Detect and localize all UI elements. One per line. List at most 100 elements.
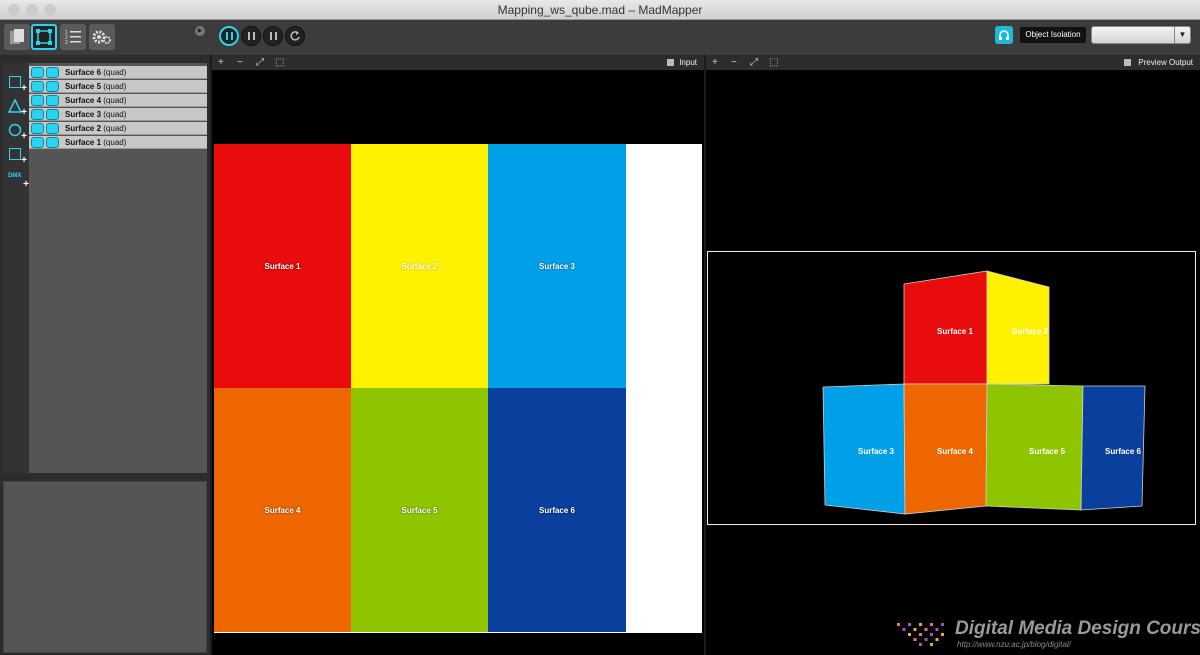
surface-tools: + + + + DMX + — [3, 63, 29, 473]
lock-toggle[interactable] — [46, 109, 59, 120]
layer-kind: (quad) — [103, 96, 127, 105]
logo-dot — [930, 623, 933, 626]
pause-media-button[interactable] — [241, 26, 261, 46]
pause-all-button[interactable] — [219, 26, 239, 46]
pause-output-button[interactable] — [263, 26, 283, 46]
lock-toggle[interactable] — [46, 95, 59, 106]
isolation-select[interactable]: ▼ — [1091, 26, 1191, 44]
layer-row-surface-3[interactable]: Surface 3 (quad) — [29, 108, 207, 121]
course-watermark: Digital Media Design Course http://www.n… — [895, 618, 1200, 655]
fit-view-icon[interactable]: ⤢ — [256, 55, 264, 70]
logo-dot — [941, 623, 944, 626]
dots-logo-icon — [897, 623, 944, 646]
visibility-toggle[interactable] — [31, 67, 44, 78]
lock-toggle[interactable] — [46, 123, 59, 134]
circle-icon — [8, 123, 22, 137]
layer-row-surface-6[interactable]: Surface 6 (quad) — [29, 66, 207, 79]
zoom-out-button[interactable]: − — [731, 55, 737, 70]
fullscreen-icon[interactable]: ⬚ — [769, 55, 778, 70]
media-tab-button[interactable] — [4, 24, 30, 50]
add-quad-button[interactable]: + — [8, 75, 27, 94]
zoom-in-button[interactable]: + — [712, 55, 718, 70]
lock-toggle[interactable] — [46, 81, 59, 92]
layer-kind: (quad) — [103, 124, 127, 133]
logo-dot — [919, 633, 922, 636]
fullscreen-icon[interactable]: ⬚ — [275, 55, 284, 70]
output-mapping: Surface 1 Surface 2 Surface 3 Surface 4 … — [822, 270, 1146, 515]
input-surface-6[interactable]: Surface 6 — [488, 388, 626, 632]
preferences-tab-button[interactable] — [89, 24, 115, 50]
logo-dot — [924, 638, 928, 641]
output-viewport[interactable]: Surface 1 Surface 2 Surface 3 Surface 4 … — [706, 70, 1200, 655]
lock-toggle[interactable] — [46, 67, 59, 78]
zoom-window-button[interactable] — [44, 4, 56, 16]
layer-row-surface-1[interactable]: Surface 1 (quad) — [29, 136, 207, 149]
layer-name: Surface 4 — [65, 96, 102, 105]
visibility-toggle[interactable] — [31, 95, 44, 106]
add-dmx-button[interactable]: DMX + — [8, 171, 29, 190]
object-isolation-toggle[interactable] — [995, 26, 1013, 44]
add-circle-button[interactable]: + — [8, 123, 27, 142]
list-tab-button[interactable]: 1 2 3 — [60, 24, 86, 50]
output-surface-4-label: Surface 4 — [937, 447, 974, 456]
zoom-out-button[interactable]: − — [237, 55, 243, 70]
layer-row-surface-4[interactable]: Surface 4 (quad) — [29, 94, 207, 107]
layer-name: Surface 5 — [65, 82, 102, 91]
logo-dot — [908, 633, 911, 636]
layer-row-surface-2[interactable]: Surface 2 (quad) — [29, 122, 207, 135]
logo-dot — [924, 628, 928, 631]
layer-kind: (quad) — [103, 110, 127, 119]
object-isolation-button[interactable]: Object Isolation — [1020, 27, 1086, 43]
properties-panel — [3, 481, 207, 653]
layer-kind: (quad) — [103, 68, 127, 77]
output-view-toolbar: + − ⤢ ⬚ Preview Output — [706, 55, 1200, 70]
refresh-button[interactable] — [285, 26, 305, 46]
logo-dot — [930, 633, 933, 636]
layer-kind: (quad) — [103, 82, 127, 91]
dmx-icon: DMX — [8, 173, 22, 179]
documents-icon — [10, 29, 24, 44]
input-surface-1[interactable]: Surface 1 — [214, 144, 351, 388]
surfaces-tab-button[interactable] — [31, 24, 57, 50]
visibility-toggle[interactable] — [31, 123, 44, 134]
watermark-url: http://www.nzu.ac.jp/blog/digital/ — [957, 640, 1071, 649]
input-surface-2[interactable]: Surface 2 — [351, 144, 488, 388]
input-surface-3[interactable]: Surface 3 — [488, 144, 626, 388]
input-viewport[interactable]: Surface 1 Surface 2 Surface 3 Surface 4 … — [212, 70, 704, 655]
title-bar: Mapping_ws_qube.mad – MadMapper — [0, 0, 1200, 20]
quad-icon — [9, 76, 21, 88]
surface-edit-icon — [36, 29, 52, 45]
fit-view-icon[interactable]: ⤢ — [750, 55, 758, 70]
pause-icon — [247, 32, 255, 40]
svg-text:3: 3 — [65, 40, 68, 46]
triangle-icon — [7, 98, 23, 113]
logo-dot — [935, 638, 939, 641]
layer-kind: (quad) — [103, 138, 127, 147]
mask-icon — [9, 148, 21, 160]
panel-arrow-icon[interactable]: ▶ — [195, 26, 205, 36]
input-view-checkbox[interactable] — [667, 59, 674, 66]
preview-output-checkbox[interactable] — [1124, 59, 1131, 66]
lock-toggle[interactable] — [46, 137, 59, 148]
add-triangle-button[interactable]: + — [7, 98, 27, 118]
layer-name: Surface 2 — [65, 124, 102, 133]
refresh-icon — [290, 31, 300, 41]
close-window-button[interactable] — [8, 4, 20, 16]
logo-dot — [919, 643, 922, 646]
input-surface-4[interactable]: Surface 4 — [214, 388, 351, 632]
visibility-toggle[interactable] — [31, 81, 44, 92]
output-surface-5-label: Surface 5 — [1029, 447, 1066, 456]
layer-row-surface-5[interactable]: Surface 5 (quad) — [29, 80, 207, 93]
input-surface-5[interactable]: Surface 5 — [351, 388, 488, 632]
logo-dot — [913, 638, 917, 641]
visibility-toggle[interactable] — [31, 109, 44, 120]
minimize-window-button[interactable] — [26, 4, 38, 16]
input-view-toolbar: + − ⤢ ⬚ Input — [212, 55, 704, 70]
visibility-toggle[interactable] — [31, 137, 44, 148]
add-mask-button[interactable]: + — [8, 147, 27, 166]
pause-icon — [225, 32, 233, 40]
logo-dot — [935, 628, 939, 631]
headphones-icon — [999, 30, 1009, 40]
zoom-in-button[interactable]: + — [218, 55, 224, 70]
output-surface-1-label: Surface 1 — [937, 327, 974, 336]
